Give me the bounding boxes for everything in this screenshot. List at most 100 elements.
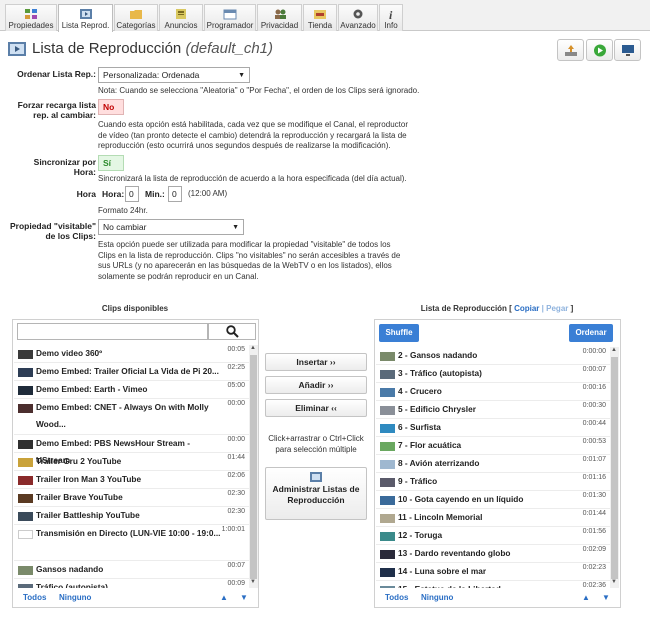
clip-name: 6 - Surfista [398, 422, 441, 432]
ads-icon [176, 9, 186, 19]
copy-link[interactable]: Copiar [514, 304, 539, 313]
hora-label: Hora: [102, 189, 125, 199]
tab-info[interactable]: i Info [379, 4, 403, 31]
clip-row[interactable]: Gansos nadando 00:07 [14, 561, 249, 579]
tab-label: Categorías [116, 21, 156, 30]
clip-row[interactable]: Trailer Iron Man 3 YouTube 02:06 [14, 471, 249, 489]
tab-scheduler[interactable]: Programador [204, 4, 256, 31]
clip-row[interactable]: Demo Embed: PBS NewsHour Stream - UStrea… [14, 435, 249, 465]
clip-row[interactable]: Demo Embed: Earth - Vimeo 05:00 [14, 381, 249, 399]
min-label: Min.: [145, 189, 165, 199]
clip-duration: 00:05 [227, 346, 245, 353]
scroll-down-icon[interactable]: ▼ [611, 579, 617, 585]
clips-search-button[interactable] [208, 323, 256, 340]
playlist-row[interactable]: 3 - Tráfico (autopista) 0:00:07 [376, 365, 610, 383]
clip-name: Demo Embed: CNET - Always On with Molly … [36, 402, 209, 429]
bracket-open: [ [509, 304, 512, 313]
clips-search-input[interactable] [17, 323, 208, 340]
visible-select[interactable]: No cambiar ▼ [98, 219, 244, 235]
clip-row[interactable]: Tráfico (autopista) 00:09 [14, 579, 249, 588]
minute-input[interactable]: 0 [168, 186, 182, 202]
playlist-row[interactable]: 14 - Luna sobre el mar 0:02:23 [376, 563, 610, 581]
playlist-select-all[interactable]: Todos [385, 593, 408, 602]
playlist-select-none[interactable]: Ninguno [421, 593, 453, 602]
clip-duration: 0:01:30 [582, 492, 606, 499]
clip-thumbnail [380, 460, 395, 469]
clip-row[interactable]: Transmisión en Directo (LUN-VIE 10:00 - … [14, 525, 249, 561]
playlist-row[interactable]: 6 - Surfista 0:00:44 [376, 419, 610, 437]
playlist-row[interactable]: 8 - Avión aterrizando 0:01:07 [376, 455, 610, 473]
remove-button[interactable]: Eliminar ‹‹ [265, 399, 367, 417]
export-button[interactable] [557, 39, 584, 61]
clip-thumbnail [18, 494, 33, 503]
store-icon [314, 10, 326, 19]
clip-duration: 0:02:09 [582, 546, 606, 553]
clips-select-all[interactable]: Todos [23, 593, 46, 602]
playlist-title-text: Lista de Reproducción [420, 304, 507, 313]
clip-thumbnail [380, 514, 395, 523]
clip-duration: 0:00:07 [582, 366, 606, 373]
playlist-move-down[interactable]: ▼ [602, 593, 610, 602]
playlist-row[interactable]: 10 - Gota cayendo en un líquido 0:01:30 [376, 491, 610, 509]
manage-playlists-button[interactable]: Administrar Listas de Reproducción [265, 467, 367, 520]
tab-properties[interactable]: Propiedades [5, 4, 57, 31]
clip-row[interactable]: Trailer Battleship YouTube 02:30 [14, 507, 249, 525]
clips-select-none[interactable]: Ninguno [59, 593, 91, 602]
playlist-row[interactable]: 4 - Crucero 0:00:16 [376, 383, 610, 401]
add-button[interactable]: Añadir ›› [265, 376, 367, 394]
tab-advanced[interactable]: Avanzado [338, 4, 378, 31]
scroll-up-icon[interactable]: ▲ [250, 345, 256, 351]
clips-scrollbar[interactable]: ▲ ▼ [249, 345, 258, 588]
clips-move-up[interactable]: ▲ [220, 593, 228, 602]
clips-scroll-thumb[interactable] [250, 355, 257, 579]
shuffle-button[interactable]: Shuffle [379, 324, 419, 342]
insert-button[interactable]: Insertar ›› [265, 353, 367, 371]
clip-row[interactable]: Demo Embed: CNET - Always On with Molly … [14, 399, 249, 435]
scroll-up-icon[interactable]: ▲ [611, 347, 617, 353]
tab-store[interactable]: Tienda [303, 4, 337, 31]
clip-name: Trailer Battleship YouTube [36, 510, 140, 520]
tab-categories[interactable]: Categorías [114, 4, 158, 31]
clip-thumbnail [380, 550, 395, 559]
playlist-row[interactable]: 12 - Toruga 0:01:56 [376, 527, 610, 545]
clip-row[interactable]: Trailer Brave YouTube 02:30 [14, 489, 249, 507]
tab-privacy[interactable]: Privacidad [257, 4, 302, 31]
clip-row[interactable]: Demo video 360º 00:05 [14, 345, 249, 363]
playlist-panel: Shuffle Ordenar 2 - Gansos nadando 0:00:0… [374, 319, 621, 608]
clip-thumbnail [380, 424, 395, 433]
tab-playlist[interactable]: Lista Reprod. [58, 4, 113, 32]
sync-toggle[interactable]: Sí [98, 155, 124, 171]
clips-list[interactable]: Demo video 360º 00:05 Demo Embed: Trailer … [14, 345, 249, 588]
play-button[interactable] [586, 39, 613, 61]
search-icon [226, 325, 239, 338]
clip-duration: 1:00:01 [221, 526, 245, 533]
playlist-row[interactable]: 5 - Edificio Chrysler 0:00:30 [376, 401, 610, 419]
scroll-down-icon[interactable]: ▼ [250, 579, 256, 585]
clip-row[interactable]: Demo Embed: Trailer Oficial La Vida de P… [14, 363, 249, 381]
playlist-scroll-thumb[interactable] [611, 357, 618, 579]
tab-label: Propiedades [8, 21, 54, 30]
playlist-row[interactable]: 7 - Flor acuática 0:00:53 [376, 437, 610, 455]
playlist-scrollbar[interactable]: ▲ ▼ [610, 347, 619, 588]
clip-name: 11 - Lincoln Memorial [398, 512, 483, 522]
playlist-list[interactable]: 2 - Gansos nadando 0:00:00 3 - Tráfico (au… [376, 347, 610, 588]
playlist-row[interactable]: 13 - Dardo reventando globo 0:02:09 [376, 545, 610, 563]
clip-thumbnail [380, 496, 395, 505]
playlist-row[interactable]: 9 - Tráfico 0:01:16 [376, 473, 610, 491]
playlist-move-up[interactable]: ▲ [582, 593, 590, 602]
force-reload-toggle[interactable]: No [98, 99, 124, 115]
sync-label: Sincronizar por Hora: [33, 157, 96, 177]
playlist-row[interactable]: 2 - Gansos nadando 0:00:00 [376, 347, 610, 365]
clip-name: 15 - Estatua de la Libertad [398, 581, 584, 588]
order-button[interactable]: Ordenar [569, 324, 613, 342]
bracket-close: ] [570, 304, 574, 313]
paste-link[interactable]: Pegar [546, 304, 568, 313]
hour-input[interactable]: 0 [125, 186, 139, 202]
tab-ads[interactable]: Anuncios [159, 4, 203, 31]
playlist-row[interactable]: 15 - Estatua de la Libertad0:02:36 [376, 581, 610, 588]
clip-row[interactable]: Trailer Gru 2 YouTube 01:44 [14, 453, 249, 471]
playlist-row[interactable]: 11 - Lincoln Memorial 0:01:44 [376, 509, 610, 527]
clips-move-down[interactable]: ▼ [240, 593, 248, 602]
preview-button[interactable] [614, 39, 641, 61]
order-select[interactable]: Personalizada: Ordenada ▼ [98, 67, 250, 83]
